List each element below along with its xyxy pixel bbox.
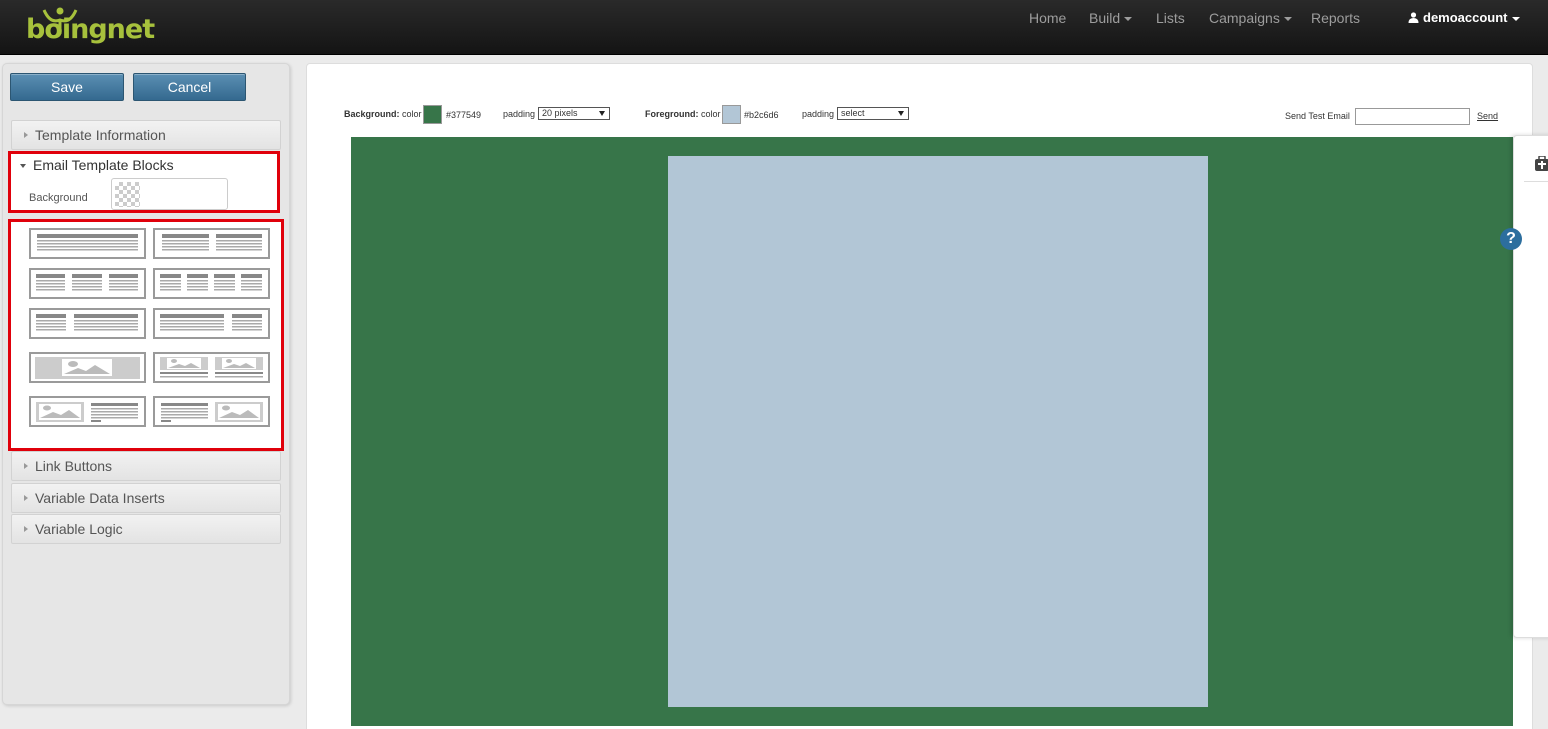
boingnet-logo[interactable]: boingnet: [26, 4, 155, 48]
block-wide-left-narrow-right-text[interactable]: [153, 308, 270, 339]
cancel-button[interactable]: Cancel: [133, 73, 246, 101]
nav-reports[interactable]: Reports: [1311, 0, 1360, 36]
chevron-right-icon: [24, 495, 28, 501]
foreground-padding-label: padding: [802, 109, 835, 119]
user-icon: [1408, 12, 1419, 23]
nav-reports-label: Reports: [1311, 10, 1361, 26]
accordion-label: Variable Data Inserts: [35, 490, 165, 506]
send-test-email-input[interactable]: [1355, 108, 1470, 125]
foreground-color-swatch[interactable]: [722, 105, 741, 124]
accordion-variable-data-inserts[interactable]: Variable Data Inserts: [11, 483, 281, 513]
background-padding-value: 20 pixels: [542, 108, 578, 118]
block-two-column-text[interactable]: [153, 228, 270, 259]
block-three-column-text[interactable]: [29, 268, 146, 299]
left-sidebar: Save Cancel Template Information Email T…: [2, 63, 290, 705]
accordion-variable-logic[interactable]: Variable Logic: [11, 514, 281, 544]
accordion-label: Variable Logic: [35, 521, 123, 537]
nav-lists[interactable]: Lists: [1156, 0, 1185, 36]
nav-build-label: Build: [1089, 10, 1121, 26]
user-name: demoaccount: [1423, 10, 1508, 25]
chevron-down-icon: [20, 164, 26, 168]
block-image-left-text-right[interactable]: [29, 396, 146, 427]
accordion-link-buttons[interactable]: Link Buttons: [11, 451, 281, 481]
logo-text: boingnet: [26, 14, 155, 45]
block-narrow-left-wide-right-text[interactable]: [29, 308, 146, 339]
transparent-swatch-icon: [115, 182, 140, 207]
background-label: Background: [29, 192, 88, 204]
accordion-label: Link Buttons: [35, 458, 113, 474]
nav-build[interactable]: Build: [1089, 0, 1133, 36]
background-color-value: #377549: [446, 110, 482, 120]
background-color-picker[interactable]: [111, 178, 228, 210]
save-button[interactable]: Save: [10, 73, 124, 101]
nav-home-label: Home: [1029, 10, 1067, 26]
accordion-label: Template Information: [35, 127, 166, 143]
toolbox-icon: [1535, 156, 1548, 171]
chevron-down-icon: [1511, 16, 1520, 21]
background-color-swatch[interactable]: [423, 105, 442, 124]
nav-campaigns[interactable]: Campaigns: [1209, 0, 1292, 36]
block-one-column-text[interactable]: [29, 228, 146, 259]
three-column-text-icon: [36, 274, 138, 291]
wide-left-narrow-right-text-icon: [160, 314, 262, 331]
help-icon[interactable]: ?: [1500, 228, 1522, 250]
nav-home[interactable]: Home: [1029, 0, 1066, 36]
block-full-width-image[interactable]: [29, 352, 146, 383]
foreground-padding-value: select: [841, 108, 865, 118]
chevron-down-icon: [1124, 17, 1133, 22]
background-padding-label: padding: [503, 109, 536, 119]
chevron-right-icon: [24, 463, 28, 469]
background-heading: Background:: [344, 109, 400, 119]
foreground-toolbar-label: Foreground: color: [645, 109, 721, 119]
block-text-left-image-right[interactable]: [153, 396, 270, 427]
nav-lists-label: Lists: [1156, 10, 1185, 26]
chevron-down-icon: [1283, 17, 1292, 22]
right-side-panel[interactable]: [1513, 135, 1548, 638]
background-toolbar-label: Background: color: [344, 109, 422, 119]
send-test-link[interactable]: Send: [1477, 111, 1498, 121]
background-color-label: color: [402, 109, 422, 119]
narrow-left-wide-right-text-icon: [36, 314, 138, 331]
accordion-email-template-blocks[interactable]: Email Template Blocks Background: [8, 151, 280, 213]
full-width-image-icon: [35, 357, 140, 379]
one-column-text-icon: [37, 234, 138, 251]
foreground-padding-select[interactable]: select: [837, 107, 909, 120]
block-two-image-with-text[interactable]: [153, 352, 270, 383]
accordion-template-information[interactable]: Template Information: [11, 120, 281, 150]
send-test-email-label: Send Test Email: [1285, 111, 1350, 121]
right-panel-header: [1524, 144, 1548, 182]
block-four-column-text[interactable]: [153, 268, 270, 299]
two-image-with-text-icon: [160, 357, 263, 378]
email-foreground-area[interactable]: [668, 156, 1208, 707]
text-left-image-right-icon: [161, 402, 263, 422]
image-left-text-right-icon: [36, 402, 138, 422]
top-navbar: boingnet Home Build Lists Campaigns Repo…: [0, 0, 1548, 55]
nav-user-menu[interactable]: demoaccount: [1408, 0, 1520, 36]
dropdown-arrow-icon: [898, 111, 904, 116]
chevron-right-icon: [24, 132, 28, 138]
chevron-right-icon: [24, 526, 28, 532]
two-column-text-icon: [162, 234, 262, 251]
nav-campaigns-label: Campaigns: [1209, 10, 1280, 26]
four-column-text-icon: [160, 274, 262, 291]
accordion-label: Email Template Blocks: [33, 157, 174, 173]
template-blocks-grid: [8, 219, 284, 451]
foreground-color-label: color: [701, 109, 721, 119]
foreground-color-value: #b2c6d6: [744, 110, 779, 120]
background-padding-select[interactable]: 20 pixels: [538, 107, 610, 120]
foreground-heading: Foreground:: [645, 109, 699, 119]
dropdown-arrow-icon: [599, 111, 605, 116]
